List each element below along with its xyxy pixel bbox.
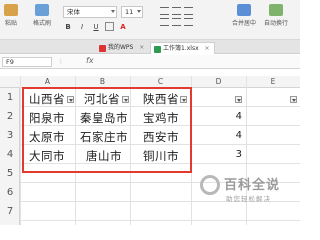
- watermark-logo-icon: [200, 175, 220, 195]
- font-name-value: 宋体: [67, 8, 80, 16]
- align-left-icon[interactable]: [160, 18, 169, 26]
- align-middle-icon[interactable]: [172, 7, 181, 15]
- grid-line: [20, 76, 21, 225]
- watermark: 百科全说 助您轻松解决: [200, 172, 295, 212]
- name-box[interactable]: F9: [2, 57, 52, 67]
- format-painter-icon: [35, 4, 49, 16]
- row-header-4[interactable]: 4: [0, 149, 20, 160]
- formula-bar: F9 ⋮ fx: [0, 55, 300, 69]
- row-header-1[interactable]: 1: [0, 92, 20, 103]
- font-color-icon[interactable]: A: [118, 22, 128, 32]
- cell-d2[interactable]: 4: [232, 111, 242, 122]
- row-header-2[interactable]: 2: [0, 111, 20, 122]
- wrap-text-button[interactable]: 自动换行: [264, 4, 288, 27]
- function-icon[interactable]: fx: [86, 56, 94, 65]
- close-icon[interactable]: ×: [205, 45, 210, 52]
- tab-my-wps[interactable]: 我的WPS ×: [96, 42, 148, 54]
- row-header-5[interactable]: 5: [0, 168, 20, 179]
- format-painter-button[interactable]: 格式刷: [33, 4, 51, 27]
- tab-workbook[interactable]: 工作簿1.xlsx ×: [150, 42, 215, 54]
- watermark-subtitle: 助您轻松解决: [226, 195, 271, 203]
- close-icon[interactable]: ×: [139, 44, 144, 51]
- paste-icon: [4, 4, 18, 16]
- align-right-icon[interactable]: [184, 18, 193, 26]
- cell-d3[interactable]: 4: [232, 130, 242, 141]
- merge-center-icon: [237, 4, 251, 16]
- tab-label: 我的WPS: [108, 44, 134, 51]
- selection-highlight-box: [22, 87, 192, 173]
- font-size-value: 11: [125, 8, 134, 16]
- formula-bar-separator: ⋮: [58, 58, 64, 65]
- merge-center-label: 合并居中: [232, 20, 257, 27]
- watermark-title: 百科全说: [224, 178, 281, 193]
- merge-center-button[interactable]: 合并居中: [232, 4, 256, 27]
- wps-logo-icon: [99, 45, 106, 52]
- wrap-text-icon: [269, 4, 283, 16]
- align-top-icon[interactable]: [160, 7, 169, 15]
- font-name-select[interactable]: 宋体: [63, 6, 117, 18]
- filter-dropdown-icon[interactable]: [235, 96, 242, 103]
- ribbon-toolbar: 粘贴 格式刷 宋体 11 B I U A 合并居中 自动换行: [0, 0, 300, 40]
- tab-label: 工作簿1.xlsx: [163, 45, 199, 52]
- document-tab-bar: 我的WPS × 工作簿1.xlsx ×: [0, 40, 300, 54]
- filter-dropdown-icon[interactable]: [290, 96, 297, 103]
- name-box-value: F9: [6, 58, 14, 66]
- row-header-3[interactable]: 3: [0, 130, 20, 141]
- paste-button[interactable]: 粘贴: [4, 4, 18, 27]
- chevron-down-icon: [111, 10, 115, 13]
- column-header-e[interactable]: E: [246, 76, 300, 88]
- font-size-select[interactable]: 11: [121, 6, 143, 18]
- spreadsheet-icon: [154, 46, 161, 53]
- format-painter-label: 格式刷: [33, 20, 52, 27]
- border-icon[interactable]: [105, 22, 114, 31]
- text-format-group: B I U A: [63, 22, 128, 32]
- chevron-down-icon: [137, 10, 141, 13]
- alignment-group: [160, 7, 193, 26]
- column-header-d[interactable]: D: [191, 76, 246, 88]
- cell-d4[interactable]: 3: [232, 149, 242, 160]
- paste-label: 粘贴: [4, 20, 17, 27]
- align-bottom-icon[interactable]: [184, 7, 193, 15]
- underline-icon[interactable]: U: [91, 22, 101, 32]
- wrap-text-label: 自动换行: [264, 20, 289, 27]
- italic-icon[interactable]: I: [77, 22, 87, 32]
- row-header-6[interactable]: 6: [0, 187, 20, 198]
- row-header-7[interactable]: 7: [0, 206, 20, 217]
- bold-icon[interactable]: B: [63, 22, 73, 32]
- align-center-icon[interactable]: [172, 18, 181, 26]
